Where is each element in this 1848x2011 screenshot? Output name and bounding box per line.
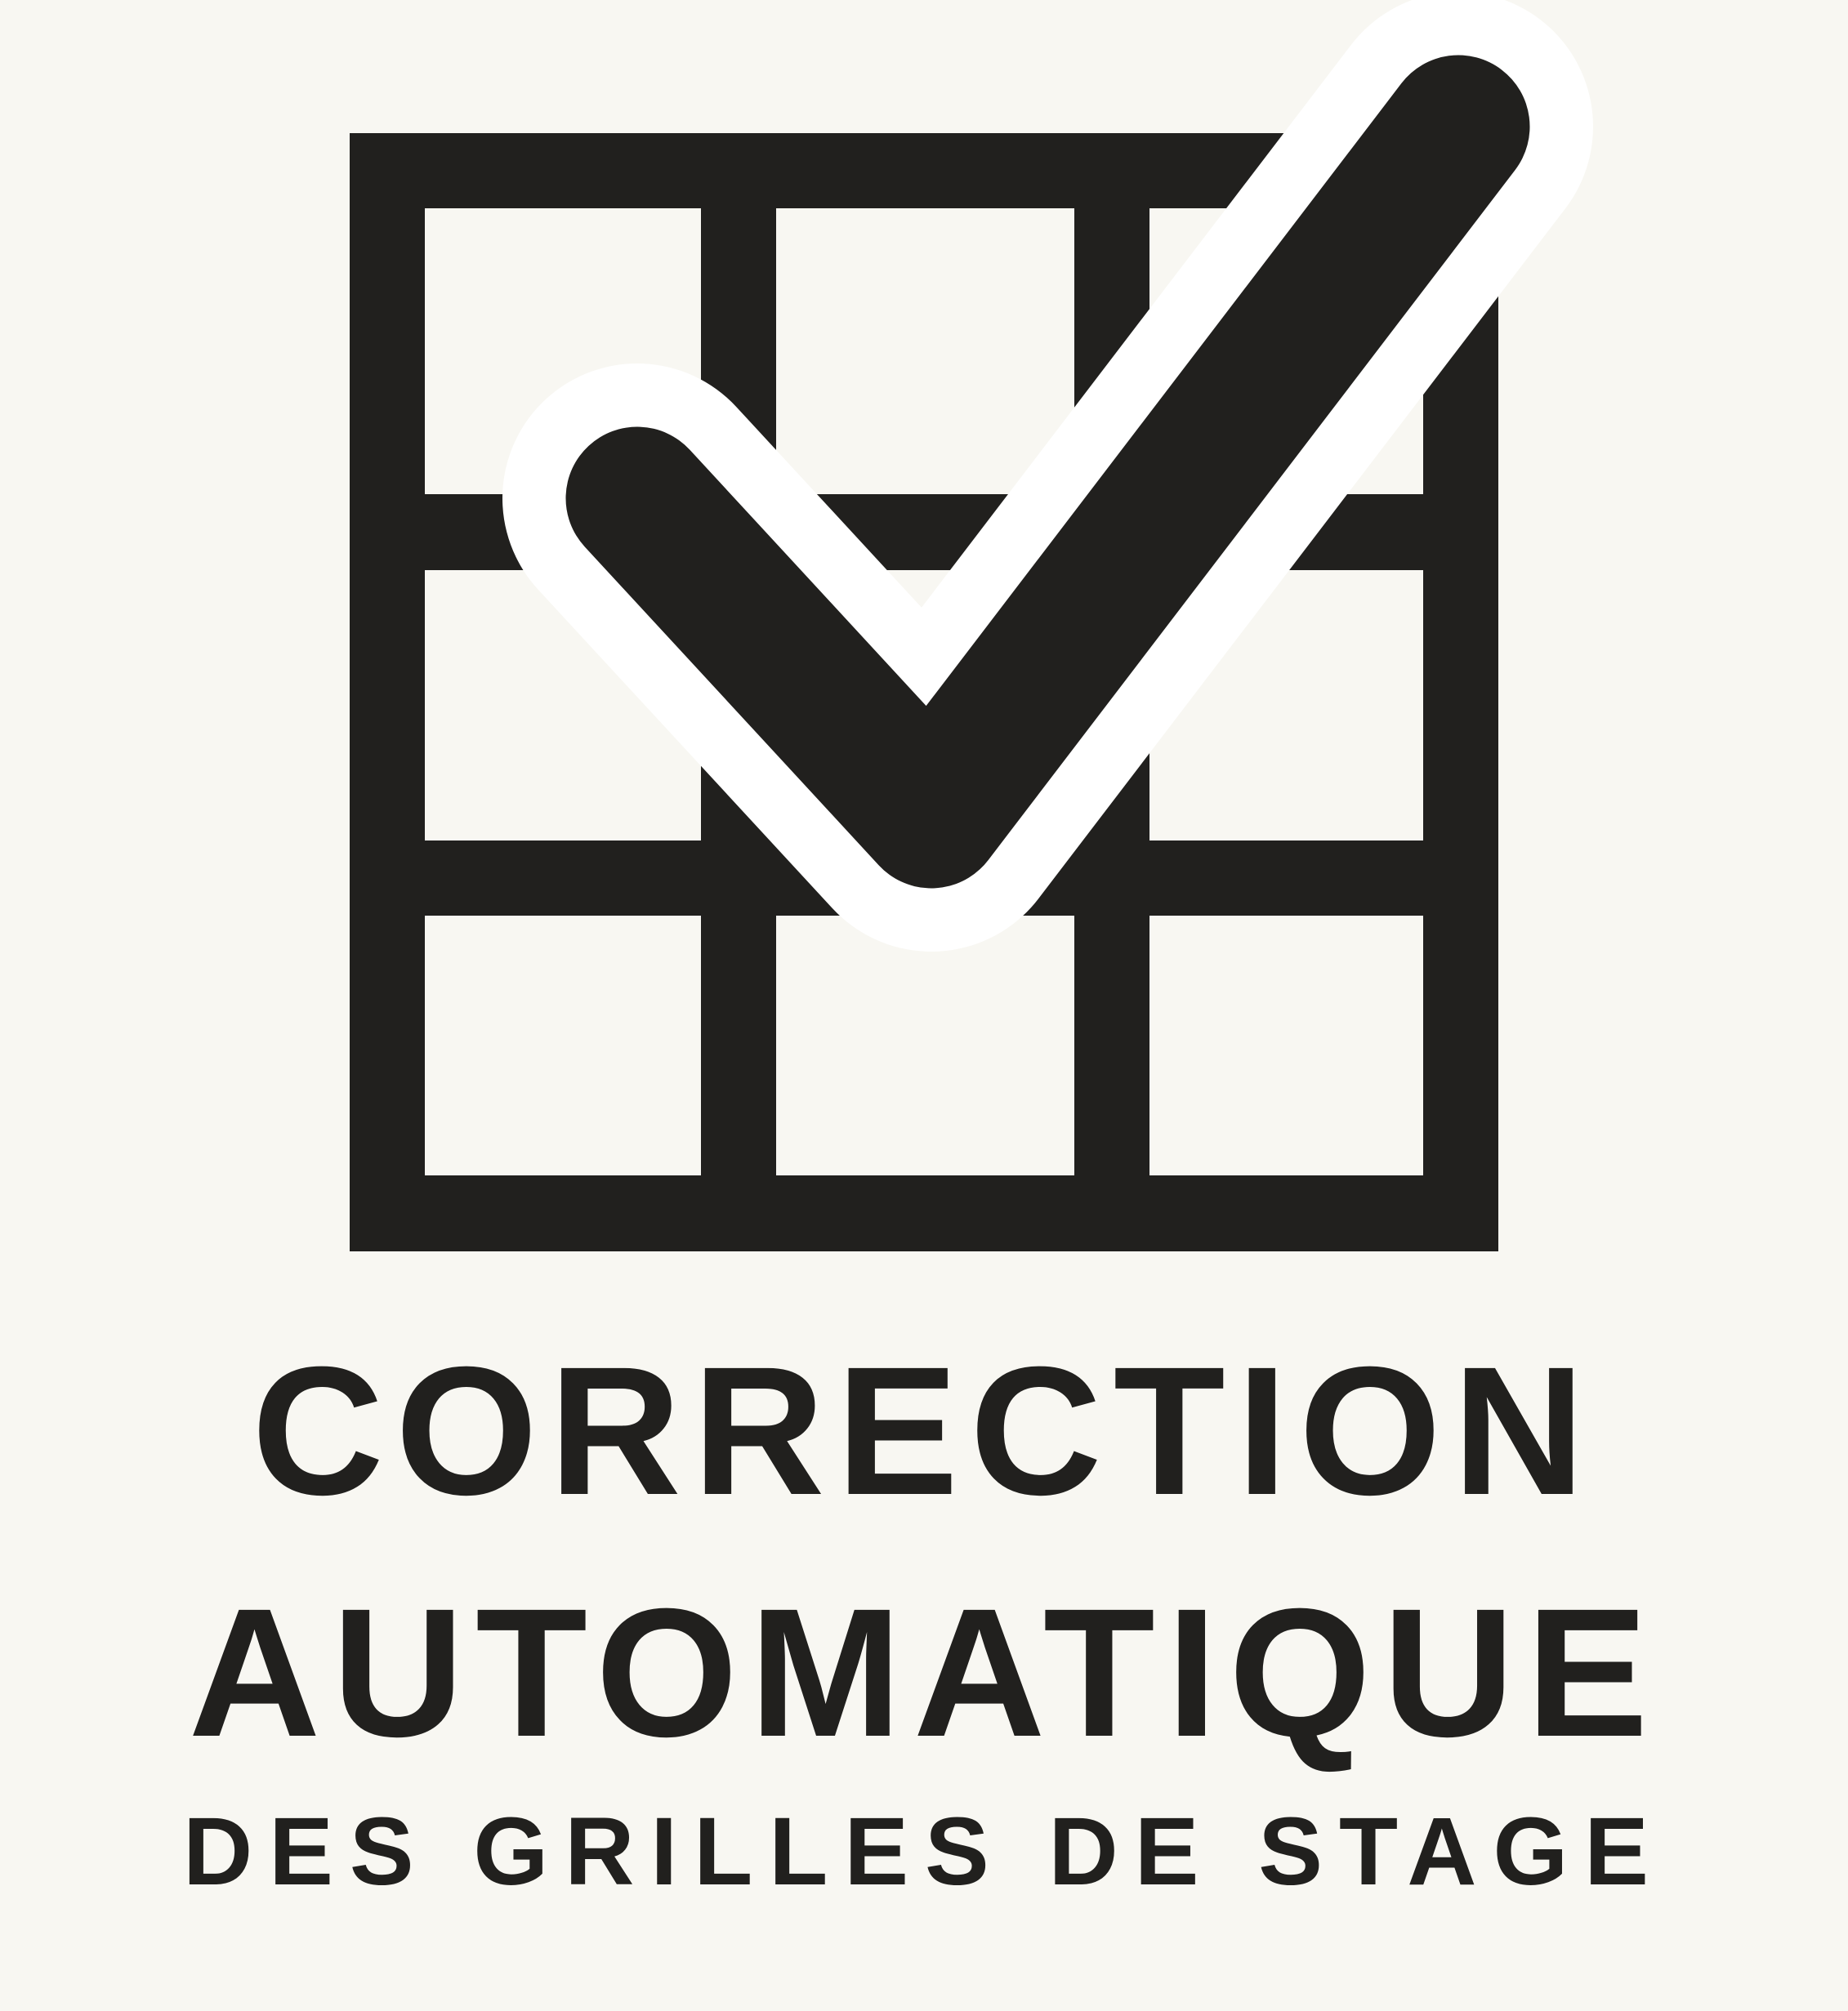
title-line-correction: CORRECTION bbox=[252, 1329, 1596, 1533]
subtitle: DES GRILLES DE STAGE bbox=[183, 1798, 1665, 1906]
title-line-automatique: AUTOMATIQUE bbox=[188, 1571, 1660, 1775]
